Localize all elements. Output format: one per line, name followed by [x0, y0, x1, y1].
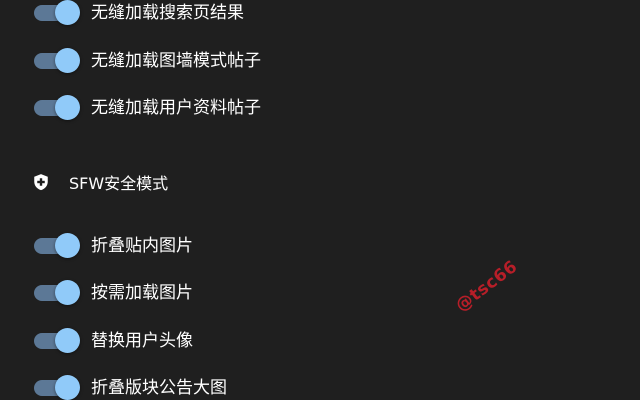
toggle-row-seamless-profile[interactable]: 无缝加载用户资料帖子: [33, 93, 261, 123]
switch-thumb[interactable]: [55, 0, 80, 25]
toggle-row-seamless-search[interactable]: 无缝加载搜索页结果: [33, 0, 244, 28]
fold-announcement-switch[interactable]: [33, 373, 80, 400]
sfw-section-title: SFW安全模式: [69, 174, 169, 193]
shield-plus-icon: [32, 173, 50, 191]
toggle-label: 替换用户头像: [91, 331, 193, 351]
toggle-row-seamless-gallery[interactable]: 无缝加载图墙模式帖子: [33, 46, 261, 76]
seamless-search-switch[interactable]: [33, 0, 80, 28]
toggle-label: 无缝加载图墙模式帖子: [91, 51, 261, 71]
switch-thumb[interactable]: [55, 95, 80, 120]
switch-thumb[interactable]: [55, 233, 80, 258]
toggle-label: 折叠贴内图片: [91, 236, 193, 256]
switch-thumb[interactable]: [55, 328, 80, 353]
switch-thumb[interactable]: [55, 375, 80, 400]
toggle-label: 无缝加载搜索页结果: [91, 3, 244, 23]
toggle-row-replace-avatar[interactable]: 替换用户头像: [33, 326, 193, 356]
settings-panel: 无缝加载搜索页结果 无缝加载图墙模式帖子 无缝加载用户资料帖子 SFW安全模式: [0, 0, 640, 400]
toggle-row-lazy-images[interactable]: 按需加载图片: [33, 278, 193, 308]
sfw-section-header: SFW安全模式: [32, 170, 168, 194]
toggle-row-fold-images[interactable]: 折叠贴内图片: [33, 231, 193, 261]
seamless-profile-switch[interactable]: [33, 93, 80, 123]
watermark: @tsc66: [452, 256, 522, 316]
toggle-row-fold-announcement[interactable]: 折叠版块公告大图: [33, 373, 227, 400]
toggle-label: 折叠版块公告大图: [91, 378, 227, 398]
switch-thumb[interactable]: [55, 48, 80, 73]
replace-avatar-switch[interactable]: [33, 326, 80, 356]
lazy-images-switch[interactable]: [33, 278, 80, 308]
toggle-label: 无缝加载用户资料帖子: [91, 98, 261, 118]
seamless-gallery-switch[interactable]: [33, 46, 80, 76]
fold-images-switch[interactable]: [33, 231, 80, 261]
switch-thumb[interactable]: [55, 280, 80, 305]
toggle-label: 按需加载图片: [91, 283, 193, 303]
